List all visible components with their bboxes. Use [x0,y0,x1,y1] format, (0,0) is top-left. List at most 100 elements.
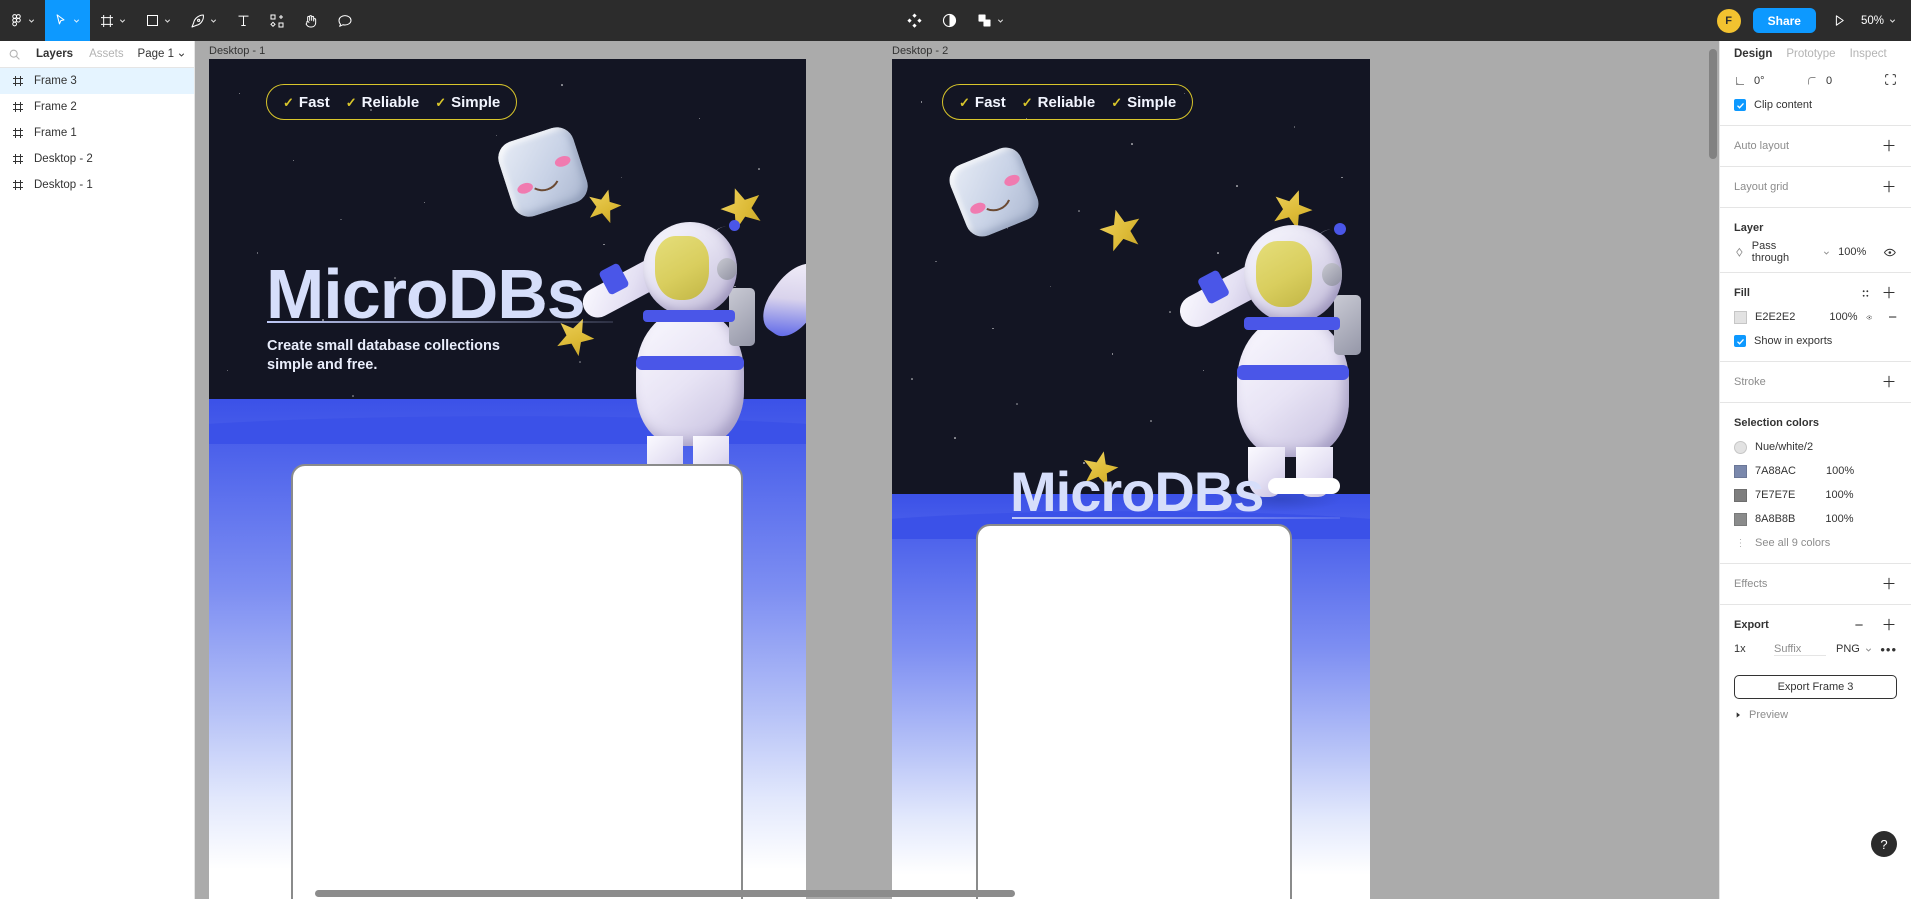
layer-list: Frame 3 Frame 2 Frame 1 Desktop - 2 Desk… [0,68,194,198]
pen-tool-button[interactable] [181,0,227,41]
selection-color-swatch[interactable] [1734,488,1747,502]
show-in-exports-label: Show in exports [1754,335,1833,347]
fill-swatch[interactable] [1734,310,1747,324]
frame-label[interactable]: Desktop - 1 [209,45,265,57]
check-icon: ✓ [959,94,970,110]
figma-menu-button[interactable] [0,0,45,41]
avatar[interactable]: F [1716,8,1741,33]
layer-item-desktop-1[interactable]: Desktop - 1 [0,172,194,198]
blend-mode-value[interactable]: Pass through [1752,240,1816,264]
share-button[interactable]: Share [1752,8,1816,33]
layer-header: Layer [1734,216,1897,240]
mask-button[interactable] [932,0,967,41]
frame-tool-button[interactable] [90,0,136,41]
toolbar-right-group: F Share 50% [1716,8,1911,33]
selection-color-label: Nue/white/2 [1755,441,1814,453]
layer-label: Frame 2 [34,101,77,113]
components-button[interactable] [897,0,932,41]
remove-fill-button[interactable]: − [1888,309,1897,325]
feature-item-fast: ✓ Fast [283,94,330,111]
canvas-vertical-scrollbar[interactable] [1709,49,1717,159]
left-sidebar: Layers Assets Page 1 Frame 3 Frame 2 Fra… [0,41,195,899]
help-button[interactable]: ? [1871,831,1897,857]
preview-row[interactable]: Preview [1720,703,1911,727]
boolean-button[interactable] [967,0,1014,41]
independent-corners-button[interactable] [1884,73,1897,89]
selection-color-row[interactable]: 7E7E7E 100% [1734,483,1897,507]
tab-design[interactable]: Design [1734,48,1772,60]
right-sidebar-tabs: Design Prototype Inspect [1720,41,1911,67]
left-sidebar-tabs: Layers Assets Page 1 [0,41,194,68]
layer-item-desktop-2[interactable]: Desktop - 2 [0,146,194,172]
transform-section: 0° 0 Clip content [1720,67,1911,126]
zoom-control[interactable]: 50% [1861,15,1897,27]
visor [655,236,709,300]
layer-item-frame-2[interactable]: Frame 2 [0,94,194,120]
selection-color-swatch[interactable] [1734,440,1747,454]
shape-tool-button[interactable] [136,0,181,41]
feature-pill: ✓ Fast ✓ Reliable ✓ Simple [942,84,1194,120]
style-grid-icon[interactable] [1860,288,1871,299]
check-icon: ✓ [1111,94,1123,110]
selection-color-label: 7E7E7E [1755,489,1796,501]
add-layout-grid-button[interactable]: ＋ [1881,179,1897,195]
selection-color-row[interactable]: Nue/white/2 [1734,435,1897,459]
search-button[interactable] [8,48,28,61]
add-fill-button[interactable]: ＋ [1881,285,1897,301]
hand-tool-button[interactable] [294,0,328,41]
clip-content-row[interactable]: Clip content [1734,93,1897,117]
export-more-button[interactable]: ••• [1880,642,1897,657]
tab-inspect[interactable]: Inspect [1850,48,1887,60]
eye-icon[interactable] [1883,246,1897,259]
selection-colors-title: Selection colors [1734,417,1819,429]
add-effect-button[interactable]: ＋ [1881,576,1897,592]
add-export-button[interactable]: ＋ [1881,617,1897,633]
hero-title: MicroDBs [1010,460,1264,523]
square-icon [147,15,158,26]
auto-layout-header: Auto layout ＋ [1734,134,1897,158]
remove-export-button[interactable]: − [1851,617,1867,633]
show-in-exports-checkbox[interactable] [1734,335,1746,347]
frame-label[interactable]: Desktop - 2 [892,45,948,57]
layer-item-frame-3[interactable]: Frame 3 [0,68,194,94]
hero-title: MicroDBs [266,255,586,333]
tab-assets[interactable]: Assets [81,48,132,60]
clip-content-checkbox[interactable] [1734,99,1746,111]
resources-tool-button[interactable] [260,0,294,41]
comment-tool-button[interactable] [328,0,362,41]
preview-label: Preview [1749,709,1789,721]
export-suffix-input[interactable]: Suffix [1774,643,1826,656]
show-in-exports-row[interactable]: Show in exports [1734,329,1897,353]
present-button[interactable] [1816,13,1861,28]
layer-opacity-value[interactable]: 100% [1838,246,1866,258]
layer-item-frame-1[interactable]: Frame 1 [0,120,194,146]
selection-color-row[interactable]: 7A88AC 100% [1734,459,1897,483]
page-selector[interactable]: Page 1 [138,48,186,60]
cube-body [944,142,1044,242]
chevron-down-icon[interactable] [1822,248,1831,257]
text-tool-button[interactable] [227,0,260,41]
selection-color-swatch[interactable] [1734,464,1747,478]
frame-desktop-1[interactable]: Desktop - 1 ✓ Fast ✓ Reliable ✓ Simple M… [209,45,806,899]
fill-hex[interactable]: E2E2E2 [1755,311,1795,323]
add-stroke-button[interactable]: ＋ [1881,374,1897,390]
tab-prototype[interactable]: Prototype [1786,48,1835,60]
move-tool-button[interactable] [45,0,90,41]
frame-desktop-2[interactable]: Desktop - 2 ✓ Fast ✓ Reliable ✓ Simple M… [892,45,1370,899]
see-all-colors-row[interactable]: ⋮ See all 9 colors [1734,531,1897,555]
design-canvas[interactable]: Desktop - 1 ✓ Fast ✓ Reliable ✓ Simple M… [195,41,1719,899]
selection-color-row[interactable]: 8A8B8B 100% [1734,507,1897,531]
eye-icon[interactable] [1865,311,1873,324]
frame-icon [101,14,113,27]
corner-radius-field[interactable]: 0 [1806,75,1878,87]
export-scale[interactable]: 1x [1734,643,1774,655]
selection-color-swatch[interactable] [1734,512,1747,526]
export-frame-button[interactable]: Export Frame 3 [1734,675,1897,699]
export-format-select[interactable]: PNG [1836,643,1873,655]
add-auto-layout-button[interactable]: ＋ [1881,138,1897,154]
fill-opacity[interactable]: 100% [1829,311,1857,323]
selection-color-label: 7A88AC [1755,465,1796,477]
rotation-field[interactable]: 0° [1734,75,1806,87]
tab-layers[interactable]: Layers [28,48,81,60]
canvas-horizontal-scrollbar[interactable] [315,890,1015,897]
